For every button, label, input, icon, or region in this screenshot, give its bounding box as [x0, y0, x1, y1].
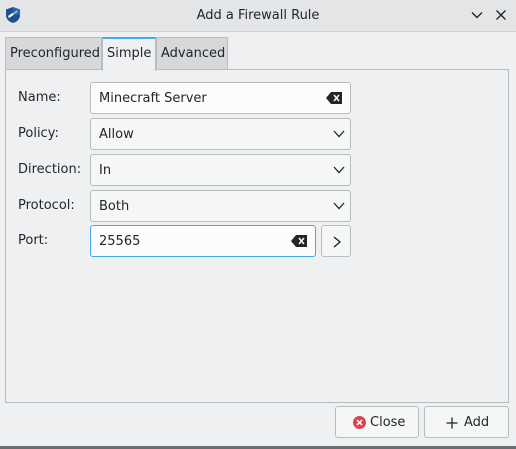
simple-tab-panel: Name: Minecraft Server Policy: Allow Dir…: [5, 69, 509, 403]
port-value: 25565: [99, 234, 141, 249]
chevron-right-icon: [333, 236, 342, 248]
name-value: Minecraft Server: [99, 91, 207, 106]
add-button-label: Add: [464, 415, 490, 430]
tab-simple[interactable]: Simple: [102, 37, 156, 71]
name-field[interactable]: Minecraft Server: [90, 82, 351, 114]
minimize-button[interactable]: [470, 8, 484, 22]
title-bar: Add a Firewall Rule: [0, 0, 516, 32]
protocol-label: Protocol:: [18, 198, 75, 213]
port-field[interactable]: 25565: [90, 225, 316, 257]
clear-name-icon[interactable]: [326, 92, 342, 104]
name-label: Name:: [18, 90, 61, 105]
plus-icon: [446, 417, 458, 429]
policy-dropdown[interactable]: Allow: [90, 118, 351, 150]
window-title: Add a Firewall Rule: [196, 8, 320, 23]
close-button[interactable]: Close: [335, 406, 419, 438]
chevron-down-icon: [333, 166, 345, 174]
close-button-label: Close: [370, 415, 406, 430]
direction-value: In: [99, 163, 112, 178]
close-icon: [496, 10, 506, 20]
add-button[interactable]: Add: [424, 406, 509, 438]
tab-advanced[interactable]: Advanced: [156, 37, 228, 69]
protocol-value: Both: [99, 199, 130, 214]
chevron-down-icon: [333, 130, 345, 138]
direction-dropdown[interactable]: In: [90, 154, 351, 186]
chevron-down-icon: [471, 12, 483, 19]
port-label: Port:: [18, 233, 49, 248]
policy-label: Policy:: [18, 126, 59, 141]
protocol-dropdown[interactable]: Both: [90, 190, 351, 222]
tab-preconfigured[interactable]: Preconfigured: [5, 37, 102, 69]
clear-port-icon[interactable]: [291, 235, 307, 247]
chevron-down-icon: [333, 202, 345, 210]
port-next-button[interactable]: [321, 225, 351, 257]
window-close-button[interactable]: [494, 8, 508, 22]
cancel-icon: [353, 416, 366, 429]
policy-value: Allow: [99, 127, 134, 142]
direction-label: Direction:: [18, 162, 82, 177]
